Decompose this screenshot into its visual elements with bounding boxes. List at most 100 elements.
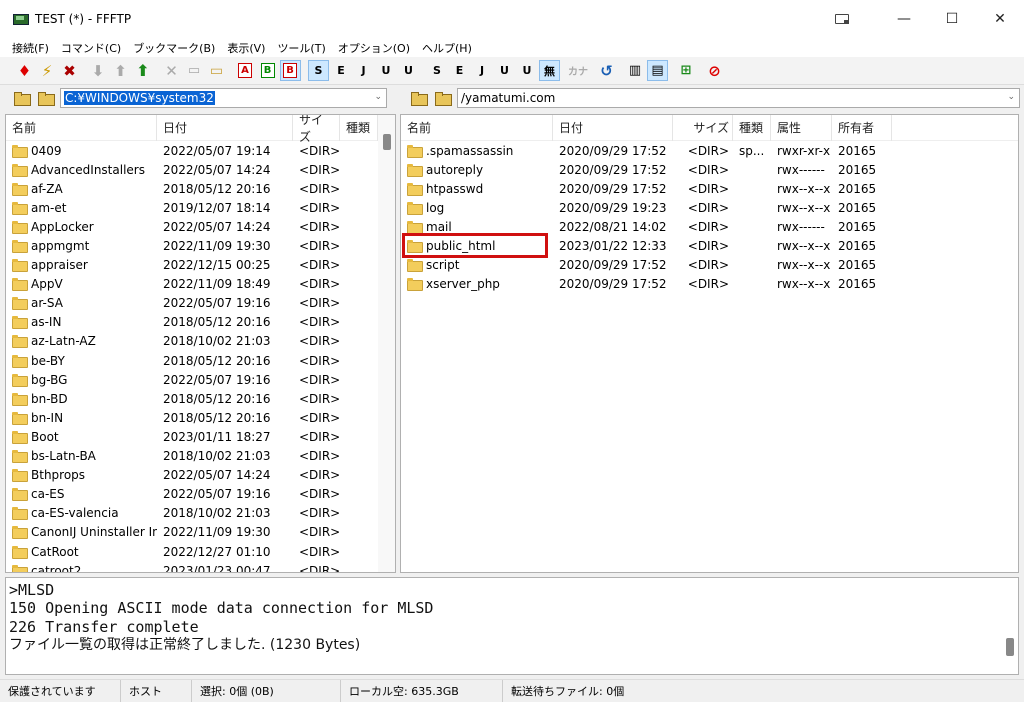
- col-date[interactable]: 日付: [157, 115, 293, 141]
- utf8bom-icon[interactable]: U: [398, 60, 419, 81]
- col-attr[interactable]: 属性: [771, 115, 832, 141]
- binary-mode-icon[interactable]: B: [257, 60, 278, 81]
- menu-view[interactable]: 表示(V): [221, 40, 271, 56]
- file-date: 2018/05/12 20:16: [163, 353, 271, 368]
- stop-icon[interactable]: ⊘: [704, 60, 725, 81]
- remote-path-input[interactable]: /yamatumi.com ⌄: [457, 88, 1020, 108]
- local-path-input[interactable]: C:¥WINDOWS¥system32 ⌄: [60, 88, 387, 108]
- chevron-down-icon[interactable]: ⌄: [374, 92, 382, 102]
- file-name: ar-SA: [31, 296, 63, 311]
- menu-options[interactable]: オプション(O): [332, 40, 416, 56]
- kana-convert-icon[interactable]: カナ: [568, 60, 589, 81]
- table-row[interactable]: be-BY 2018/05/12 20:16 <DIR>: [6, 351, 395, 370]
- connect-icon[interactable]: ♦: [14, 60, 35, 81]
- quick-connect-icon[interactable]: ⚡: [37, 60, 58, 81]
- remote-jis-icon[interactable]: J: [472, 60, 493, 81]
- table-row[interactable]: ca-ES 2022/05/07 19:16 <DIR>: [6, 485, 395, 504]
- maximize-button[interactable]: ☐: [928, 0, 976, 38]
- file-name: AppV: [31, 277, 63, 292]
- col-name[interactable]: 名前: [6, 115, 157, 141]
- folder-icon: [12, 545, 28, 559]
- disconnect-icon[interactable]: ✖: [59, 60, 80, 81]
- table-row[interactable]: bn-BD 2018/05/12 20:16 <DIR>: [6, 389, 395, 408]
- euc-icon[interactable]: E: [331, 60, 352, 81]
- table-row[interactable]: log 2020/09/29 19:23 <DIR> rwx--x--x 20165: [401, 198, 1018, 217]
- log-scroll-thumb[interactable]: [1006, 638, 1014, 656]
- table-row[interactable]: appraiser 2022/12/15 00:25 <DIR>: [6, 256, 395, 275]
- list-view-icon[interactable]: ▥: [625, 60, 646, 81]
- minimize-button[interactable]: —: [880, 0, 928, 38]
- col-name[interactable]: 名前: [401, 115, 553, 141]
- col-type[interactable]: 種類: [340, 115, 378, 141]
- remote-utf8bom-icon[interactable]: U: [517, 60, 538, 81]
- upload-icon[interactable]: ⬆: [110, 60, 131, 81]
- refresh-icon[interactable]: ↺: [596, 60, 617, 81]
- table-row[interactable]: bg-BG 2022/05/07 19:16 <DIR>: [6, 370, 395, 389]
- file-owner: 20165: [838, 162, 877, 177]
- folder-icon: [407, 278, 423, 292]
- table-row[interactable]: AppLocker 2022/05/07 14:24 <DIR>: [6, 217, 395, 236]
- table-row[interactable]: AppV 2022/11/09 18:49 <DIR>: [6, 275, 395, 294]
- detail-view-icon[interactable]: ▤: [647, 60, 668, 81]
- file-date: 2019/12/07 18:14: [163, 200, 271, 215]
- col-owner[interactable]: 所有者: [832, 115, 892, 141]
- table-row[interactable]: catroot2 2023/01/23 00:47 <DIR>: [6, 561, 395, 572]
- remote-file-list[interactable]: 名前 日付 サイズ 種類 属性 所有者 .spamassassin 2020/09…: [400, 114, 1019, 573]
- table-row[interactable]: bs-Latn-BA 2018/10/02 21:03 <DIR>: [6, 447, 395, 466]
- table-row[interactable]: CanonIJ Uninstaller Inf... 2022/11/09 19:…: [6, 523, 395, 542]
- table-row[interactable]: xserver_php 2020/09/29 17:52 <DIR> rwx--x--…: [401, 275, 1018, 294]
- table-row[interactable]: Bthprops 2022/05/07 14:24 <DIR>: [6, 466, 395, 485]
- remote-utf8-icon[interactable]: U: [494, 60, 515, 81]
- table-row[interactable]: bn-IN 2018/05/12 20:16 <DIR>: [6, 408, 395, 427]
- menu-tools[interactable]: ツール(T): [271, 40, 331, 56]
- remote-sjis-icon[interactable]: S: [427, 60, 448, 81]
- col-size[interactable]: サイズ: [293, 115, 340, 144]
- table-row[interactable]: Boot 2023/01/11 18:27 <DIR>: [6, 427, 395, 446]
- log-panel[interactable]: >MLSD 150 Opening ASCII mode data connec…: [5, 577, 1019, 675]
- remote-euc-icon[interactable]: E: [449, 60, 470, 81]
- menu-command[interactable]: コマンド(C): [55, 40, 127, 56]
- ascii-mode-icon[interactable]: A: [235, 60, 256, 81]
- local-parent-folder-icon[interactable]: [12, 89, 32, 107]
- table-row[interactable]: htpasswd 2020/09/29 17:52 <DIR> rwx--x--x 20…: [401, 179, 1018, 198]
- table-row[interactable]: AdvancedInstallers 2022/05/07 14:24 <DIR>: [6, 160, 395, 179]
- local-scroll-thumb[interactable]: [383, 134, 391, 150]
- table-row[interactable]: CatRoot 2022/12/27 01:10 <DIR>: [6, 542, 395, 561]
- remote-parent-folder-icon[interactable]: [409, 89, 429, 107]
- download-icon[interactable]: ⬇: [88, 60, 109, 81]
- col-type[interactable]: 種類: [733, 115, 771, 141]
- local-open-folder-icon[interactable]: [36, 89, 56, 107]
- utf8-icon[interactable]: U: [376, 60, 397, 81]
- table-row[interactable]: script 2020/09/29 17:52 <DIR> rwx--x--x 2016…: [401, 256, 1018, 275]
- mirror-upload-icon[interactable]: ⬆: [133, 60, 154, 81]
- chevron-down-icon[interactable]: ⌄: [1007, 92, 1015, 102]
- cast-icon[interactable]: [835, 14, 849, 24]
- table-row[interactable]: af-ZA 2018/05/12 20:16 <DIR>: [6, 179, 395, 198]
- table-row[interactable]: ar-SA 2022/05/07 19:16 <DIR>: [6, 294, 395, 313]
- table-row[interactable]: as-IN 2018/05/12 20:16 <DIR>: [6, 313, 395, 332]
- table-row[interactable]: appmgmt 2022/11/09 19:30 <DIR>: [6, 236, 395, 255]
- table-row[interactable]: ca-ES-valencia 2018/10/02 21:03 <DIR>: [6, 504, 395, 523]
- local-file-list[interactable]: 名前 日付 サイズ 種類 0409 2022/05/07 19:14 <DIR> Ad…: [5, 114, 396, 573]
- new-folder-icon[interactable]: ▭: [206, 60, 227, 81]
- col-date[interactable]: 日付: [553, 115, 673, 141]
- local-scrollbar[interactable]: [378, 115, 395, 572]
- table-row[interactable]: az-Latn-AZ 2018/10/02 21:03 <DIR>: [6, 332, 395, 351]
- menu-bookmark[interactable]: ブックマーク(B): [127, 40, 221, 56]
- menu-connect[interactable]: 接続(F): [6, 40, 55, 56]
- sync-folder-icon[interactable]: ⊞: [676, 60, 697, 81]
- no-conversion-icon[interactable]: 無: [539, 60, 560, 81]
- table-row[interactable]: .spamassassin 2020/09/29 17:52 <DIR> sp... r…: [401, 141, 1018, 160]
- table-row[interactable]: autoreply 2020/09/29 17:52 <DIR> rwx------ 2…: [401, 160, 1018, 179]
- auto-mode-icon[interactable]: B: [279, 60, 301, 81]
- sjis-icon[interactable]: S: [308, 60, 329, 81]
- menu-help[interactable]: ヘルプ(H): [416, 40, 478, 56]
- table-row[interactable]: am-et 2019/12/07 18:14 <DIR>: [6, 198, 395, 217]
- jis-icon[interactable]: J: [353, 60, 374, 81]
- remote-open-folder-icon[interactable]: [433, 89, 453, 107]
- rename-icon[interactable]: ▭: [184, 60, 205, 81]
- delete-icon[interactable]: ✕: [161, 60, 182, 81]
- table-row[interactable]: 0409 2022/05/07 19:14 <DIR>: [6, 141, 395, 160]
- close-button[interactable]: ✕: [976, 0, 1024, 38]
- col-size[interactable]: サイズ: [673, 115, 733, 141]
